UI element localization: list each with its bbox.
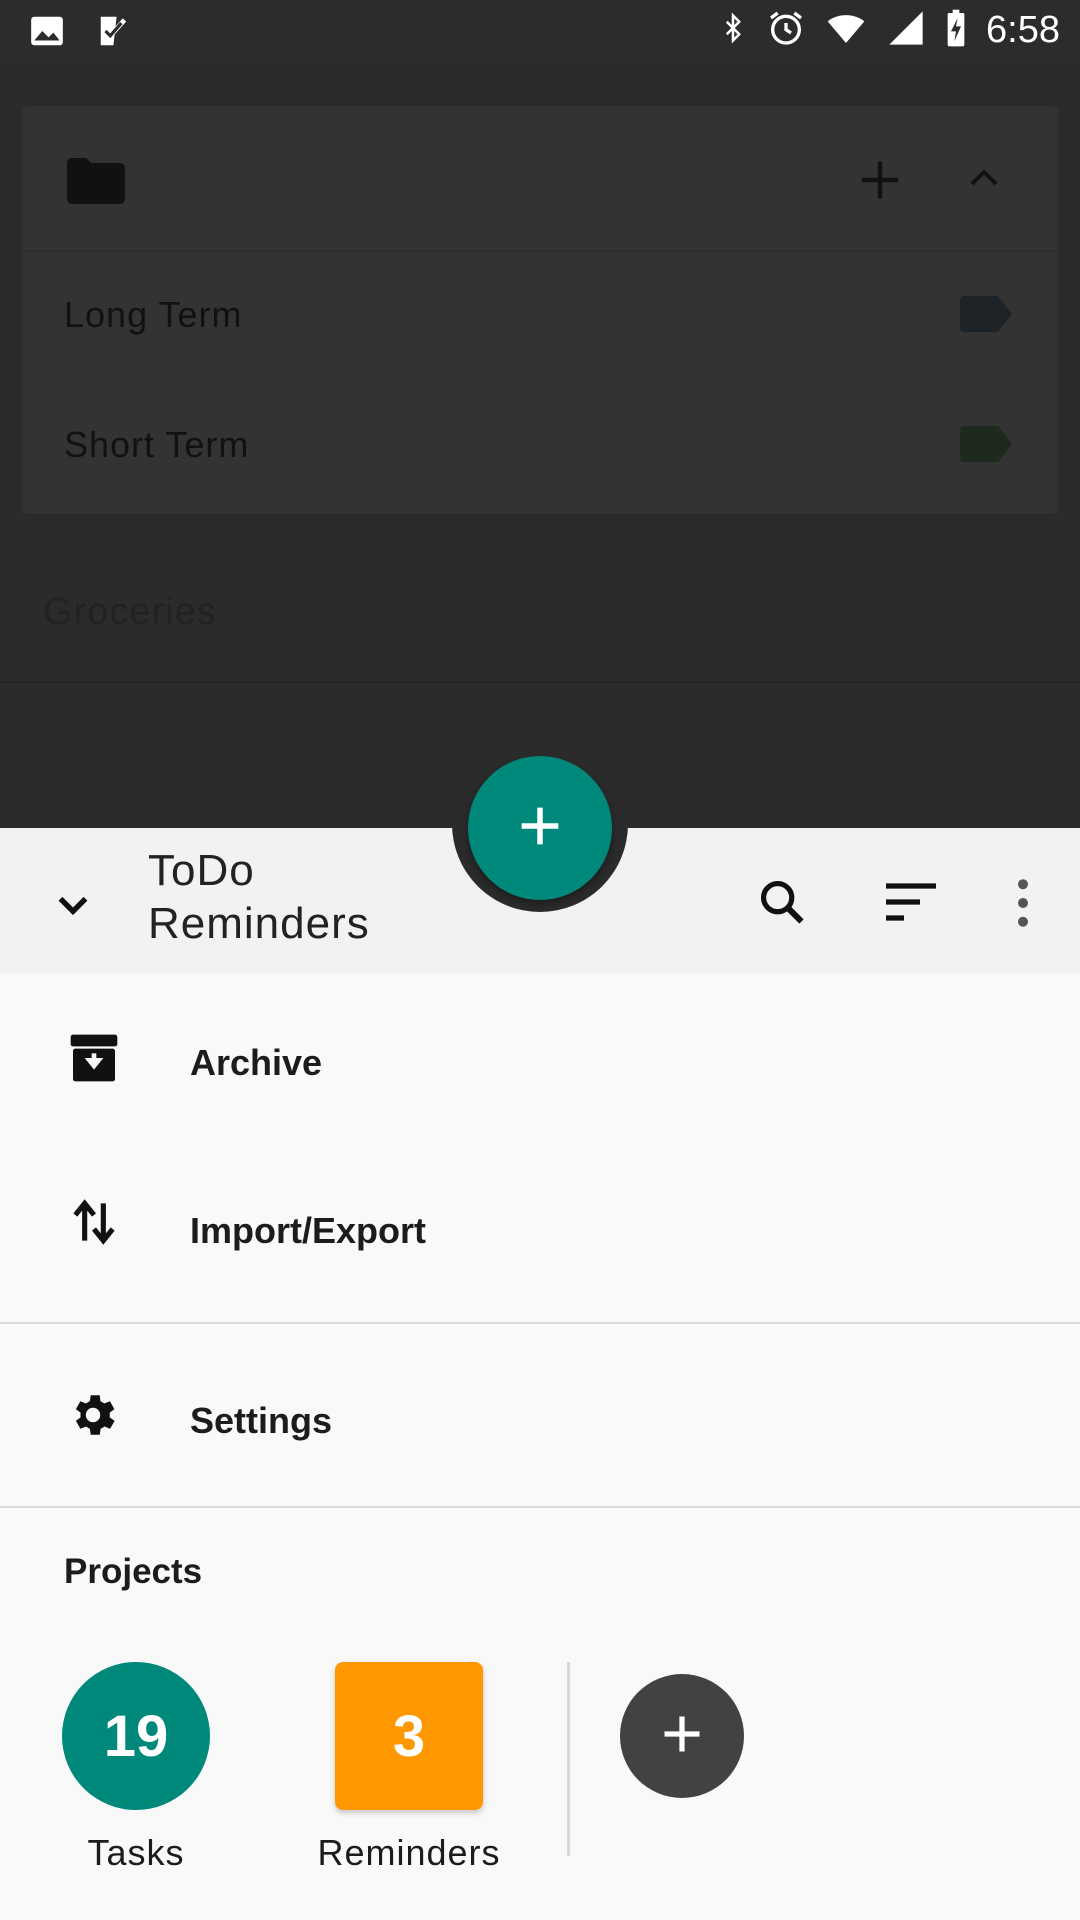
project-reminders[interactable]: 3 Reminders [314,1662,504,1874]
divider [0,681,1080,683]
status-time: 6:58 [986,9,1060,51]
menu-item-archive[interactable]: Archive [0,988,1080,1138]
app-title: ToDo Reminders [148,844,370,950]
project-tasks[interactable]: 19 Tasks [41,1662,231,1874]
bluetooth-icon [718,8,748,53]
divider [0,1322,1080,1324]
plus-icon [661,1713,703,1760]
gear-icon [66,1388,120,1447]
archive-icon [66,1030,122,1091]
alarm-icon [766,8,806,53]
app-title-line1: ToDo [148,846,255,895]
project-card: Long Term Short Term [22,106,1058,514]
project-count-badge: 3 [335,1662,483,1810]
project-name: Reminders [317,1832,501,1873]
search-icon[interactable] [756,876,808,933]
plus-icon [518,804,562,853]
label-tag-icon [960,296,1012,337]
project-count-badge: 19 [62,1662,210,1810]
list-item[interactable]: Long Term [22,250,1058,380]
label-tag-icon [960,426,1012,467]
add-task-button[interactable] [468,756,612,900]
list-item-label: Long Term [64,294,243,335]
sort-icon[interactable] [884,880,938,929]
menu-item-settings[interactable]: Settings [0,1344,1080,1494]
battery-charging-icon [944,8,968,53]
folder-icon [67,158,125,209]
projects-heading: Projects [64,1552,203,1591]
card-header [22,106,1058,252]
bottom-sheet: ToDo Reminders Archive Import/Export Set… [0,736,1080,1920]
more-vert-icon[interactable] [1010,878,1036,933]
divider [0,1506,1080,1508]
background-content: Long Term Short Term Groceries [0,63,1080,828]
chevron-up-icon[interactable] [964,160,1004,201]
signal-icon [886,8,926,53]
chevron-down-icon[interactable] [48,880,98,935]
wifi-icon [824,8,868,53]
app-title-line2: Reminders [148,899,370,948]
menu-item-label: Import/Export [190,1210,427,1251]
menu-item-label: Archive [190,1042,323,1083]
import-export-icon [66,1194,122,1255]
list-item-label: Short Term [64,424,250,465]
menu-item-import-export[interactable]: Import/Export [0,1156,1080,1306]
check-app-icon [96,12,134,55]
project-name: Tasks [87,1832,185,1873]
status-bar: 6:58 [0,0,1080,63]
menu-item-label: Settings [190,1400,333,1441]
list-item[interactable]: Short Term [22,380,1058,510]
image-icon [28,12,66,55]
add-project-button[interactable] [620,1674,744,1798]
divider [567,1662,570,1856]
groceries-item[interactable]: Groceries [43,591,217,634]
plus-icon[interactable] [858,158,902,207]
